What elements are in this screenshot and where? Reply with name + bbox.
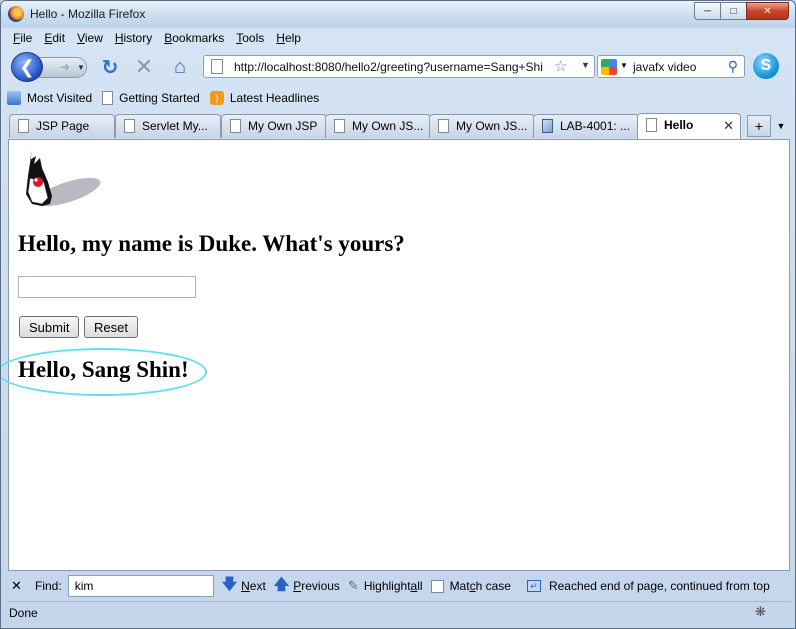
highlighter-icon: ✎ bbox=[347, 578, 359, 593]
reload-icon[interactable]: ↻ bbox=[97, 54, 123, 80]
search-input[interactable]: javafx video bbox=[633, 60, 696, 74]
most-visited-icon bbox=[7, 91, 21, 105]
highlight-all-button[interactable]: ✎ Highlight a ll bbox=[348, 578, 423, 594]
find-input[interactable]: kim bbox=[67, 575, 214, 597]
checkbox-icon[interactable] bbox=[430, 579, 444, 593]
page-icon bbox=[334, 119, 345, 133]
match-case-checkbox[interactable]: Mat c h case bbox=[430, 579, 511, 593]
tab-hello[interactable]: Hello ✕ bbox=[637, 113, 741, 139]
menu-bookmarks[interactable]: Bookmarks bbox=[158, 29, 230, 48]
menu-view[interactable]: View bbox=[71, 29, 109, 48]
search-bar[interactable]: ▼ javafx video ⚲ bbox=[597, 55, 745, 78]
wrap-around-icon: ↵ bbox=[526, 580, 541, 592]
google-icon[interactable] bbox=[601, 59, 617, 75]
find-next-button[interactable]: 🡇 Next bbox=[222, 574, 266, 599]
title-bar[interactable]: Hello - Mozilla Firefox ─ □ ✕ bbox=[1, 1, 795, 28]
name-input[interactable] bbox=[18, 276, 196, 298]
close-window-button[interactable]: ✕ bbox=[746, 2, 789, 20]
tab-lab-4001[interactable]: LAB-4001: ... bbox=[533, 114, 639, 138]
url-field[interactable]: http://localhost:8080/hello2/greeting?us… bbox=[234, 60, 550, 74]
page-icon bbox=[646, 118, 657, 132]
back-button[interactable]: ❮ bbox=[11, 52, 43, 82]
menu-bar: File Edit View History Bookmarks Tools H… bbox=[7, 29, 307, 48]
home-icon[interactable]: ⌂ bbox=[167, 54, 193, 80]
bookmarks-toolbar: Most Visited Getting Started ) Latest He… bbox=[7, 88, 329, 108]
search-icon[interactable]: ⚲ bbox=[728, 58, 738, 75]
menu-tools[interactable]: Tools bbox=[230, 29, 270, 48]
address-bar[interactable]: http://localhost:8080/hello2/greeting?us… bbox=[203, 55, 595, 78]
greeting-result: Hello, Sang Shin! bbox=[18, 357, 189, 382]
new-tab-button[interactable]: + bbox=[747, 115, 771, 137]
bookmark-getting-started[interactable]: Getting Started bbox=[102, 91, 200, 105]
bookmark-most-visited[interactable]: Most Visited bbox=[7, 91, 92, 105]
reset-button[interactable]: Reset bbox=[84, 316, 138, 338]
url-dropdown-icon[interactable]: ▼ bbox=[581, 60, 590, 70]
tab-my-own-js-1[interactable]: My Own JS... bbox=[325, 114, 431, 138]
duke-mascot-image bbox=[26, 150, 101, 207]
arrow-up-icon: 🡅 bbox=[273, 575, 290, 593]
find-bar: ✕ Find: kim 🡇 Next 🡅 Previous ✎ Highligh… bbox=[7, 573, 791, 599]
menu-edit[interactable]: Edit bbox=[38, 29, 71, 48]
tab-strip: JSP Page Servlet My... My Own JSP My Own… bbox=[7, 112, 791, 139]
find-previous-button[interactable]: 🡅 Previous bbox=[274, 574, 340, 599]
menu-history[interactable]: History bbox=[109, 29, 158, 48]
bug-icon[interactable]: ❋ bbox=[755, 604, 773, 622]
tab-my-own-jsp[interactable]: My Own JSP bbox=[221, 114, 327, 138]
menu-help[interactable]: Help bbox=[270, 29, 307, 48]
firefox-logo-icon bbox=[8, 6, 24, 22]
window-title: Hello - Mozilla Firefox bbox=[30, 7, 146, 21]
close-tab-icon[interactable]: ✕ bbox=[723, 118, 734, 134]
maximize-button[interactable]: □ bbox=[720, 2, 746, 20]
page-heading: Hello, my name is Duke. What's yours? bbox=[18, 231, 405, 256]
skype-icon[interactable]: S bbox=[753, 53, 779, 79]
tab-my-own-js-2[interactable]: My Own JS... bbox=[429, 114, 535, 138]
tab-servlet[interactable]: Servlet My... bbox=[115, 114, 221, 138]
page-icon bbox=[124, 119, 135, 133]
page-content: Hello, my name is Duke. What's yours? Su… bbox=[1, 139, 790, 571]
menu-file[interactable]: File bbox=[7, 29, 38, 48]
rss-icon: ) bbox=[209, 91, 224, 105]
browser-window: Hello - Mozilla Firefox ─ □ ✕ File Edit … bbox=[0, 0, 796, 629]
cube-icon bbox=[542, 119, 553, 133]
engine-dropdown-icon[interactable]: ▼ bbox=[620, 61, 628, 70]
page-icon bbox=[438, 119, 449, 133]
tab-jsp-page[interactable]: JSP Page bbox=[9, 114, 115, 138]
find-status: Reached end of page, continued from top bbox=[548, 579, 770, 593]
window-controls: ─ □ ✕ bbox=[694, 2, 789, 20]
status-text: Done bbox=[9, 605, 38, 620]
tab-list-dropdown-icon[interactable]: ▼ bbox=[773, 115, 789, 137]
find-label: Find: bbox=[35, 579, 62, 593]
navigation-toolbar: ➜ ▼ ❮ ↻ ✕ ⌂ http://localhost:8080/hello2… bbox=[7, 50, 791, 84]
close-find-bar-icon[interactable]: ✕ bbox=[11, 578, 25, 594]
bookmark-latest-headlines[interactable]: ) Latest Headlines bbox=[209, 91, 319, 105]
arrow-down-icon: 🡇 bbox=[221, 575, 238, 593]
bookmark-star-icon[interactable]: ☆ bbox=[554, 57, 567, 75]
status-bar: Done ❋ bbox=[7, 601, 791, 623]
stop-icon[interactable]: ✕ bbox=[131, 54, 157, 80]
page-icon bbox=[230, 119, 241, 133]
history-dropdown-icon[interactable]: ▼ bbox=[77, 57, 85, 78]
minimize-button[interactable]: ─ bbox=[694, 2, 720, 20]
page-icon bbox=[18, 119, 29, 133]
page-icon bbox=[211, 59, 223, 74]
submit-button[interactable]: Submit bbox=[19, 316, 80, 338]
page-icon bbox=[102, 91, 114, 105]
